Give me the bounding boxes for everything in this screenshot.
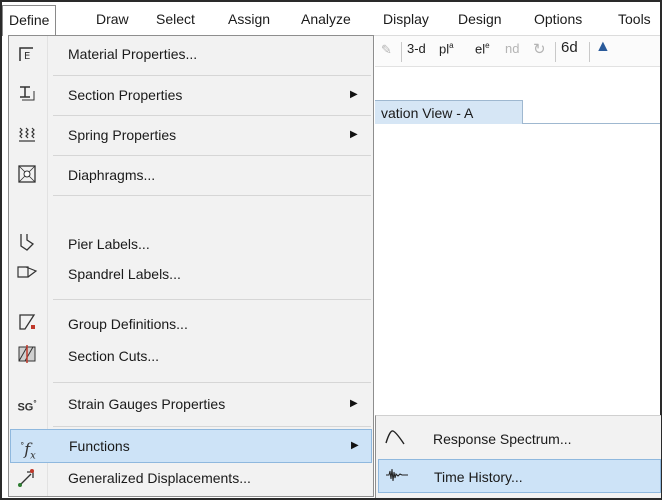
toolbar-separator bbox=[555, 42, 556, 62]
elevation-view-label: el bbox=[475, 41, 486, 57]
submenu-arrow-icon: ▶ bbox=[350, 398, 358, 409]
glasses-icon[interactable]: 6d bbox=[561, 39, 578, 56]
plan-view-button[interactable]: pla bbox=[439, 41, 454, 56]
functions-submenu: Response Spectrum... Time History... bbox=[375, 415, 661, 498]
menu-item-label: Section Properties bbox=[68, 87, 183, 103]
time-history-icon bbox=[385, 466, 408, 488]
menu-separator bbox=[53, 155, 371, 156]
menu-item-label: Generalized Displacements... bbox=[68, 470, 251, 486]
menu-item-section-properties[interactable]: Section Properties ▶ bbox=[10, 77, 372, 114]
submenu-item-label: Response Spectrum... bbox=[433, 431, 572, 447]
menu-separator bbox=[53, 299, 371, 300]
strain-gauge-icon: SG° bbox=[17, 399, 37, 414]
diaphragm-icon bbox=[16, 164, 38, 186]
menu-tools[interactable]: Tools bbox=[618, 9, 651, 31]
menu-separator bbox=[53, 426, 371, 427]
section-cut-icon bbox=[16, 344, 38, 366]
up-arrow-icon[interactable]: ▲ bbox=[595, 38, 611, 56]
menu-item-strain-gauges-properties[interactable]: SG° Strain Gauges Properties ▶ bbox=[10, 387, 372, 421]
menu-display[interactable]: Display bbox=[383, 9, 429, 31]
displacement-icon bbox=[16, 468, 38, 490]
rotate-icon[interactable]: ↻ bbox=[533, 40, 546, 58]
group-icon bbox=[16, 312, 38, 334]
menu-separator bbox=[53, 382, 371, 383]
spandrel-icon bbox=[16, 262, 38, 284]
menu-item-label: Section Cuts... bbox=[68, 348, 160, 364]
pier-icon bbox=[16, 232, 38, 254]
submenu-item-label: Time History... bbox=[434, 469, 523, 485]
menu-bar: Define Draw Select Assign Analyze Displa… bbox=[2, 2, 660, 36]
menu-item-label: Pier Labels... bbox=[68, 236, 150, 252]
toolbar-separator bbox=[589, 42, 590, 62]
plan-view-label: pl bbox=[439, 41, 450, 57]
wand-icon[interactable]: ✎ bbox=[381, 42, 392, 58]
app-window: Define Draw Select Assign Analyze Displa… bbox=[0, 0, 662, 500]
menu-item-label: Group Definitions... bbox=[68, 316, 188, 332]
menu-define[interactable]: Define bbox=[2, 5, 57, 36]
nd-button[interactable]: nd bbox=[505, 41, 519, 56]
submenu-item-time-history[interactable]: Time History... bbox=[378, 459, 661, 493]
submenu-arrow-icon: ▶ bbox=[350, 89, 358, 100]
menu-item-label: Spandrel Labels... bbox=[68, 266, 181, 282]
menu-design[interactable]: Design bbox=[458, 9, 502, 31]
elevation-view-button[interactable]: ele bbox=[475, 41, 490, 56]
submenu-arrow-icon: ▶ bbox=[350, 129, 358, 140]
menu-item-label: Spring Properties bbox=[68, 127, 177, 143]
menu-item-functions[interactable]: °fx Functions ▶ bbox=[10, 429, 372, 463]
tab-elevation-view[interactable]: vation View - A bbox=[375, 100, 523, 124]
submenu-item-response-spectrum[interactable]: Response Spectrum... bbox=[378, 422, 661, 456]
menu-assign[interactable]: Assign bbox=[228, 9, 270, 31]
menu-item-label: Diaphragms... bbox=[68, 167, 156, 183]
tab-strip-line bbox=[523, 123, 660, 124]
menu-item-label: Functions bbox=[69, 438, 130, 454]
submenu-arrow-icon: ▶ bbox=[351, 440, 359, 451]
spring-icon bbox=[16, 124, 38, 146]
menu-analyze[interactable]: Analyze bbox=[301, 9, 351, 31]
material-icon: E bbox=[16, 44, 38, 66]
menu-item-diaphragms[interactable]: Diaphragms... bbox=[10, 157, 372, 194]
menu-item-label: Strain Gauges Properties bbox=[68, 396, 226, 412]
menu-separator bbox=[53, 115, 371, 116]
response-spectrum-icon bbox=[384, 428, 406, 450]
view-3d-button[interactable]: 3-d bbox=[407, 41, 426, 56]
menu-item-spring-properties[interactable]: Spring Properties ▶ bbox=[10, 117, 372, 154]
define-menu: E Material Properties... Section Propert… bbox=[8, 35, 374, 497]
menu-item-material-properties[interactable]: E Material Properties... bbox=[10, 36, 372, 74]
menu-options[interactable]: Options bbox=[534, 9, 582, 31]
menu-separator bbox=[53, 195, 371, 196]
section-icon bbox=[16, 83, 38, 105]
functions-icon: °fx bbox=[20, 439, 36, 462]
svg-text:E: E bbox=[24, 51, 30, 62]
menu-item-pier-labels[interactable]: Pier Labels... bbox=[10, 230, 372, 260]
menu-draw[interactable]: Draw bbox=[96, 9, 129, 31]
menu-item-label: Material Properties... bbox=[68, 46, 198, 62]
menu-select[interactable]: Select bbox=[156, 9, 195, 31]
toolbar: ✎ 3-d pla ele nd ↻ 6d ▲ bbox=[375, 36, 660, 67]
menu-item-spandrel-labels[interactable]: Spandrel Labels... bbox=[10, 260, 372, 290]
menu-item-section-cuts[interactable]: Section Cuts... bbox=[10, 342, 372, 372]
menu-item-group-definitions[interactable]: Group Definitions... bbox=[10, 308, 372, 342]
menu-separator bbox=[53, 75, 371, 76]
menu-item-generalized-displacements[interactable]: Generalized Displacements... bbox=[10, 463, 372, 495]
toolbar-separator bbox=[401, 42, 402, 62]
